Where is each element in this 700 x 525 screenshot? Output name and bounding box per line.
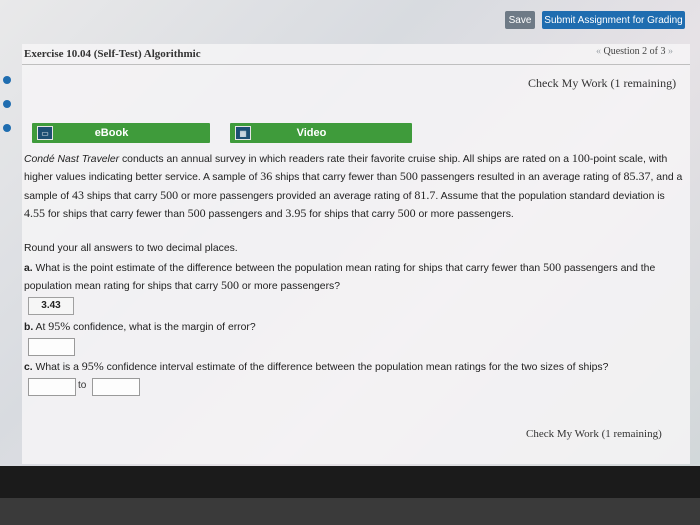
top-toolbar: Save Submit Assignment for Grading	[0, 0, 700, 42]
book-icon: ▭	[37, 126, 53, 140]
screen-bezel	[0, 466, 700, 498]
desk-surface	[0, 498, 700, 525]
check-my-work-bottom-link[interactable]: Check My Work (1 remaining)	[526, 428, 662, 440]
save-button[interactable]: Save	[505, 11, 535, 29]
ebook-label: eBook	[94, 127, 129, 139]
next-question-icon[interactable]: »	[668, 46, 673, 57]
video-button[interactable]: ▦ Video	[230, 123, 412, 143]
ebook-button[interactable]: ▭ eBook	[32, 123, 210, 143]
margin-of-error-input[interactable]	[28, 338, 75, 356]
question-counter: Question 2 of 3	[603, 46, 666, 57]
progress-dot-icon[interactable]	[3, 100, 11, 108]
progress-dot-icon[interactable]	[3, 76, 11, 84]
prev-question-icon[interactable]: «	[596, 46, 601, 57]
problem-statement: Condé Nast Traveler conducts an annual s…	[24, 151, 683, 221]
question-navigation: « Question 2 of 3 »	[596, 46, 673, 57]
check-my-work-top-link[interactable]: Check My Work (1 remaining)	[528, 76, 676, 91]
submit-assignment-button[interactable]: Submit Assignment for Grading	[542, 11, 685, 29]
exercise-title: Exercise 10.04 (Self-Test) Algorithmic	[24, 48, 201, 60]
rounding-note: Round your all answers to two decimal pl…	[24, 243, 238, 254]
header-divider	[22, 64, 690, 65]
video-label: Video	[296, 127, 327, 139]
interval-to-label: to	[78, 380, 87, 391]
interval-upper-input[interactable]	[92, 378, 140, 396]
question-b: b. At 95% confidence, what is the margin…	[24, 319, 256, 333]
progress-dot-icon[interactable]	[3, 124, 11, 132]
film-icon: ▦	[235, 126, 251, 140]
question-a: a. What is the point estimate of the dif…	[24, 260, 656, 293]
question-c: c. What is a 95% confidence interval est…	[24, 359, 609, 373]
answer-a-field[interactable]: 3.43	[28, 297, 74, 315]
interval-lower-input[interactable]	[28, 378, 76, 396]
